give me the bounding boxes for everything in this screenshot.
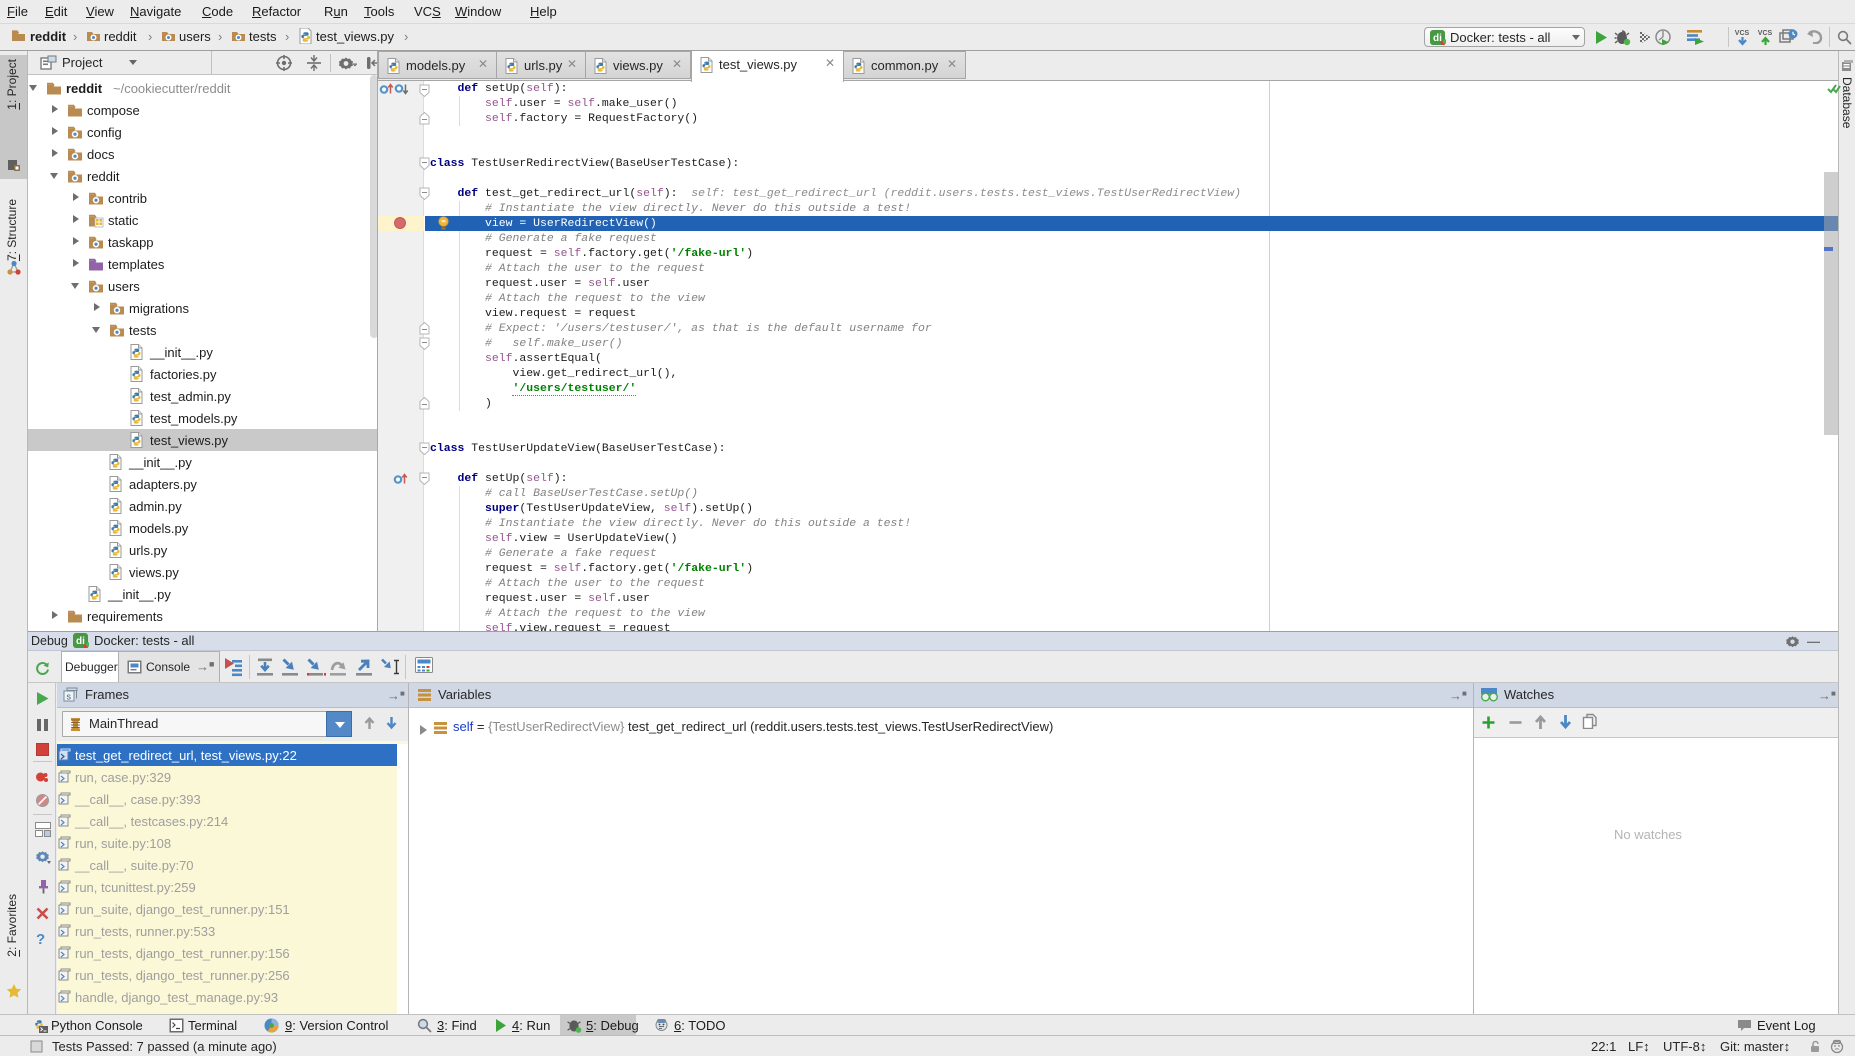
svg-text:VCS: VCS	[1735, 30, 1750, 37]
svg-text:VCS: VCS	[1758, 30, 1773, 37]
